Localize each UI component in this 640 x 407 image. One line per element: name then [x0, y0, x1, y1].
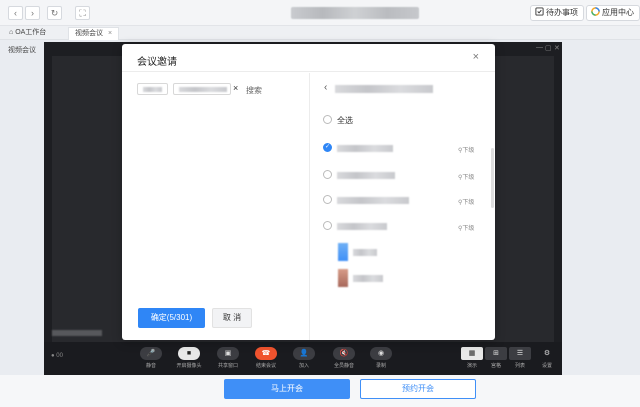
hangup-icon: ☎: [255, 347, 277, 360]
selected-member-chip[interactable]: [173, 83, 231, 95]
present-layout-icon: ▦: [461, 347, 483, 360]
close-icon[interactable]: ×: [473, 51, 479, 63]
scrollbar[interactable]: [491, 148, 494, 208]
start-meeting-button[interactable]: 马上开会: [224, 379, 350, 399]
cancel-button[interactable]: 取 消: [212, 308, 252, 328]
dept-checkbox[interactable]: [323, 195, 332, 204]
meeting-timer: ● 00: [51, 353, 63, 359]
member-name: [337, 145, 393, 152]
breadcrumb[interactable]: [335, 85, 433, 93]
record-dot-icon: ●: [51, 353, 55, 359]
dept-checkbox[interactable]: [323, 170, 332, 179]
sub-level-link[interactable]: ⚲下级: [458, 223, 474, 232]
app-center-icon: [591, 7, 600, 16]
settings-button[interactable]: ⚙ 设置: [532, 347, 562, 369]
confirm-button[interactable]: 确定(5/301): [138, 308, 205, 328]
grid-layout-icon: ⊞: [485, 347, 507, 360]
schedule-meeting-button[interactable]: 预约开会: [360, 379, 476, 399]
selected-member-chip[interactable]: [137, 83, 168, 95]
microphone-icon: 🎤: [140, 347, 162, 360]
member-picker-pane: ‹ 全选 ✓ ⚲下级 ⚲下级 ⚲下级 ⚲下级: [311, 73, 495, 340]
app-center-button[interactable]: 应用中心: [586, 5, 640, 21]
dept-checkbox[interactable]: [323, 221, 332, 230]
control-bar: ● 00 🎤 静音 ■ 开启摄像头 ▣ 共享窗口 ☎ 结束会议 👤 加入 🔇 全…: [44, 342, 562, 375]
member-name: [353, 275, 383, 282]
search-input[interactable]: 搜索: [246, 85, 262, 96]
address-bar[interactable]: [291, 7, 419, 19]
back-button[interactable]: ‹: [8, 6, 23, 20]
participant-name: [52, 330, 102, 336]
refresh-button[interactable]: ↻: [47, 6, 62, 20]
selected-members-pane: × 搜索 确定(5/301) 取 消: [122, 73, 310, 340]
member-checkbox[interactable]: ✓: [323, 143, 332, 152]
bottom-bar: 马上开会 预约开会: [0, 375, 640, 407]
dialog-header: 会议邀请 ×: [122, 44, 495, 72]
select-all-label: 全选: [337, 116, 353, 125]
tab-video-meeting[interactable]: 视频会议 ×: [68, 27, 120, 40]
maximize-icon[interactable]: ▢: [545, 44, 552, 52]
dept-name: [337, 223, 387, 230]
check-icon: ✓: [324, 144, 331, 150]
chevron-right-icon: ›: [31, 8, 34, 18]
todo-button[interactable]: 待办事项: [530, 5, 584, 21]
mute-all-button[interactable]: 🔇 全员静音: [329, 347, 359, 369]
tab-oa-workbench[interactable]: ⌂ OA工作台: [3, 27, 52, 40]
dialog-title: 会议邀请: [137, 57, 177, 68]
remove-chip-icon[interactable]: ×: [233, 83, 238, 93]
forward-button[interactable]: ›: [25, 6, 40, 20]
dept-name: [337, 197, 409, 204]
sub-level-link[interactable]: ⚲下级: [458, 197, 474, 206]
invite-dialog: 会议邀请 × × 搜索 确定(5/301) 取 消 ‹ 全选 ✓ ⚲下级 ⚲下级…: [122, 44, 495, 340]
avatar: [338, 269, 348, 287]
record-button[interactable]: ◉ 录制: [366, 347, 396, 369]
mute-all-icon: 🔇: [333, 347, 355, 360]
camera-button[interactable]: ■ 开启摄像头: [174, 347, 204, 369]
sub-level-link[interactable]: ⚲下级: [458, 172, 474, 181]
mute-button[interactable]: 🎤 静音: [136, 347, 166, 369]
user-icon: 👤: [293, 347, 315, 360]
close-icon[interactable]: ✕: [554, 44, 560, 52]
share-window-button[interactable]: ▣ 共享窗口: [213, 347, 243, 369]
dept-name: [337, 172, 395, 179]
screen-share-icon: ▣: [217, 347, 239, 360]
select-all-checkbox[interactable]: [323, 115, 332, 124]
refresh-icon: ↻: [50, 8, 59, 18]
avatar: [338, 243, 348, 261]
chevron-left-icon: ‹: [14, 8, 17, 18]
member-name: [353, 249, 377, 256]
todo-icon: [535, 7, 544, 16]
minimize-icon[interactable]: —: [536, 44, 543, 51]
sub-level-link[interactable]: ⚲下级: [458, 145, 474, 154]
back-icon[interactable]: ‹: [324, 82, 327, 93]
join-button[interactable]: 👤 加入: [289, 347, 319, 369]
layout-list-button[interactable]: ☰ 列表: [505, 347, 535, 369]
end-meeting-button[interactable]: ☎ 结束会议: [251, 347, 281, 369]
fullscreen-icon: ⛶: [79, 8, 86, 18]
page-title: 视频会议: [8, 47, 36, 54]
tab-bar: ⌂ OA工作台 视频会议 ×: [0, 26, 640, 40]
gear-icon: ⚙: [543, 350, 551, 357]
fullscreen-button[interactable]: ⛶: [75, 6, 90, 20]
record-icon: ◉: [370, 347, 392, 360]
list-layout-icon: ☰: [509, 347, 531, 360]
browser-toolbar: ‹ › ↻ ⛶ 待办事项 应用中心: [0, 0, 640, 26]
close-icon[interactable]: ×: [108, 30, 112, 37]
camera-icon: ■: [178, 347, 200, 360]
home-icon: ⌂: [9, 29, 14, 36]
